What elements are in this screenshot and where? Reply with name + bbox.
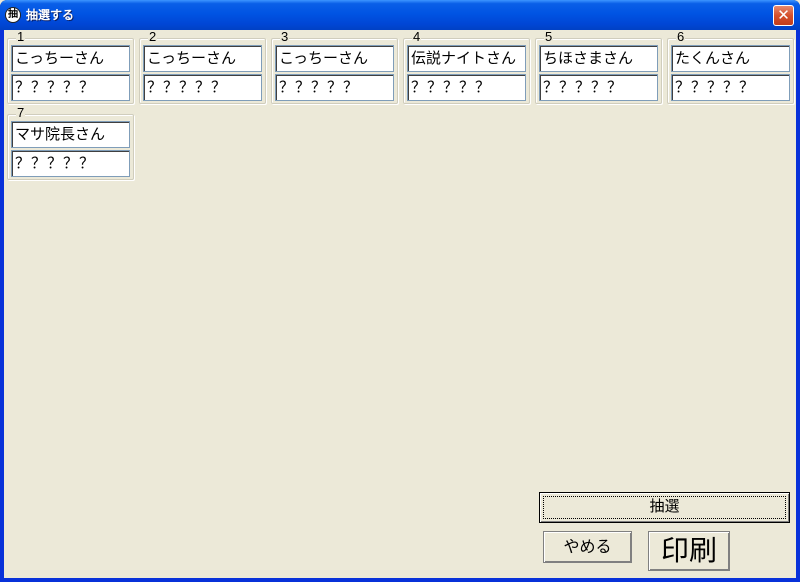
- participant-result-field[interactable]: ？？？？？: [11, 150, 130, 177]
- participant-group-3: 3 こっちーさん ？？？？？: [271, 30, 398, 104]
- participant-result-field[interactable]: ？？？？？: [539, 74, 658, 101]
- participant-number: 5: [544, 29, 554, 44]
- participant-number: 2: [148, 29, 158, 44]
- participant-name-field[interactable]: マサ院長さん: [11, 121, 130, 148]
- participant-name-field[interactable]: こっちーさん: [143, 45, 262, 72]
- window-border-right: [796, 30, 800, 582]
- print-button[interactable]: 印刷: [648, 531, 730, 571]
- participant-number: 6: [676, 29, 686, 44]
- app-icon: 抽: [5, 7, 21, 23]
- window-title: 抽選する: [26, 8, 75, 22]
- title-bar[interactable]: 抽 抽選する ✕: [0, 0, 800, 30]
- participant-result-field[interactable]: ？？？？？: [671, 74, 790, 101]
- participant-name-field[interactable]: こっちーさん: [11, 45, 130, 72]
- participant-number: 4: [412, 29, 422, 44]
- window-border-bottom: [0, 578, 800, 582]
- participant-group-5: 5 ちほさまさん ？？？？？: [535, 30, 662, 104]
- participant-group-4: 4 伝説ナイトさん ？？？？？: [403, 30, 530, 104]
- participant-result-field[interactable]: ？？？？？: [11, 74, 130, 101]
- participant-group-6: 6 たくんさん ？？？？？: [667, 30, 794, 104]
- participant-name-field[interactable]: たくんさん: [671, 45, 790, 72]
- draw-button[interactable]: 抽選: [539, 492, 790, 523]
- client-area: 1 こっちーさん ？？？？？ 2 こっちーさん ？？？？？ 3 こっちーさん ？…: [4, 30, 796, 578]
- cancel-button[interactable]: やめる: [543, 531, 632, 563]
- participant-result-field[interactable]: ？？？？？: [275, 74, 394, 101]
- participant-number: 3: [280, 29, 290, 44]
- participant-result-field[interactable]: ？？？？？: [407, 74, 526, 101]
- participant-number: 7: [16, 105, 26, 120]
- participant-name-field[interactable]: 伝説ナイトさん: [407, 45, 526, 72]
- participant-group-7: 7 マサ院長さん ？？？？？: [7, 106, 134, 180]
- participant-group-1: 1 こっちーさん ？？？？？: [7, 30, 134, 104]
- participant-group-2: 2 こっちーさん ？？？？？: [139, 30, 266, 104]
- participant-result-field[interactable]: ？？？？？: [143, 74, 262, 101]
- close-button[interactable]: ✕: [773, 5, 794, 26]
- participant-name-field[interactable]: こっちーさん: [275, 45, 394, 72]
- participant-name-field[interactable]: ちほさまさん: [539, 45, 658, 72]
- participant-number: 1: [16, 29, 26, 44]
- dialog-window: 抽 抽選する ✕ 1 こっちーさん ？？？？？ 2 こっちーさん ？？？？？ 3…: [0, 0, 800, 582]
